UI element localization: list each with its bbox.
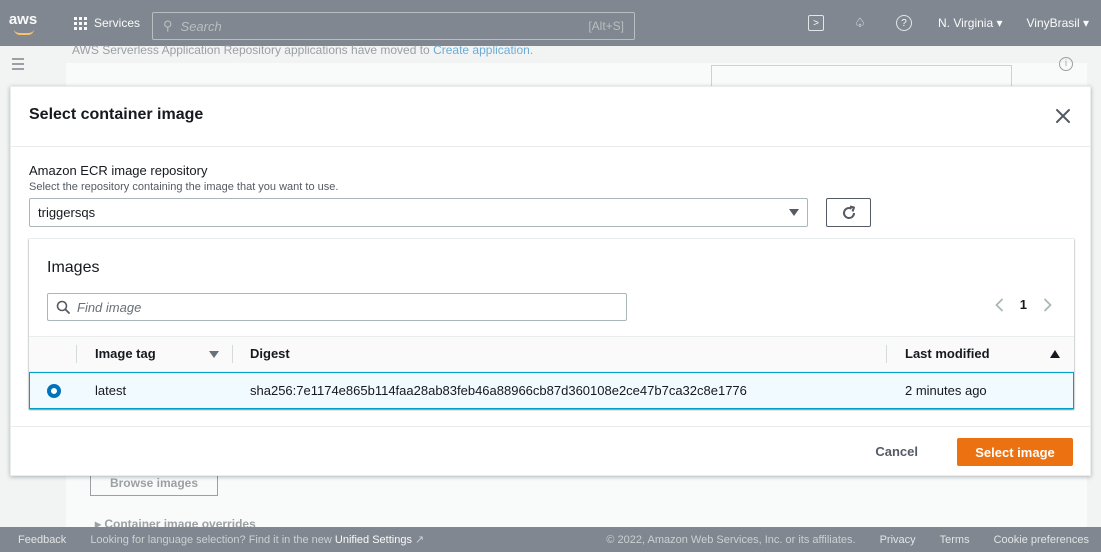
- modal-header: Select container image: [11, 87, 1090, 147]
- column-header-digest[interactable]: Digest: [250, 337, 290, 371]
- modal-title: Select container image: [29, 106, 204, 123]
- repository-select[interactable]: triggersqs: [29, 198, 808, 227]
- repository-label: Amazon ECR image repository: [29, 163, 208, 178]
- sort-icon[interactable]: [209, 351, 219, 358]
- images-heading: Images: [47, 259, 100, 276]
- chevron-left-icon[interactable]: [994, 297, 1004, 312]
- select-container-image-modal: Select container image Amazon ECR image …: [10, 86, 1091, 476]
- last-modified-cell: 2 minutes ago: [905, 383, 987, 398]
- current-page[interactable]: 1: [1020, 297, 1027, 312]
- modal-footer: Cancel Select image: [11, 426, 1090, 476]
- cancel-button[interactable]: Cancel: [863, 438, 930, 466]
- find-image-field[interactable]: [47, 293, 627, 321]
- close-button[interactable]: [1054, 107, 1072, 125]
- table-header: Image tag Digest Last modified: [29, 336, 1074, 372]
- refresh-button[interactable]: [826, 198, 871, 227]
- repository-selected-value: triggersqs: [38, 205, 96, 220]
- caret-down-icon: [789, 209, 799, 216]
- repository-description: Select the repository containing the ima…: [29, 181, 339, 193]
- refresh-icon: [842, 205, 855, 219]
- table-row[interactable]: latest sha256:7e1174e865b114faa28ab83feb…: [29, 372, 1074, 409]
- chevron-right-icon[interactable]: [1043, 297, 1052, 312]
- column-header-modified[interactable]: Last modified: [905, 337, 990, 371]
- search-icon: [56, 300, 70, 314]
- images-table-container: Images 1 Image tag Digest Last modifi: [29, 238, 1074, 409]
- pagination: 1: [994, 297, 1052, 312]
- row-radio-selected[interactable]: [47, 384, 61, 398]
- find-image-input[interactable]: [77, 299, 597, 315]
- column-separator: [886, 345, 887, 363]
- column-separator: [76, 345, 77, 363]
- select-image-button[interactable]: Select image: [957, 438, 1073, 466]
- close-icon: [1056, 109, 1070, 123]
- sort-ascending-icon[interactable]: [1050, 350, 1060, 358]
- image-tag-cell: latest: [95, 383, 127, 398]
- column-header-tag[interactable]: Image tag: [95, 337, 156, 371]
- column-separator: [232, 345, 233, 363]
- digest-cell: sha256:7e1174e865b114faa28ab83feb46a8896…: [250, 383, 747, 398]
